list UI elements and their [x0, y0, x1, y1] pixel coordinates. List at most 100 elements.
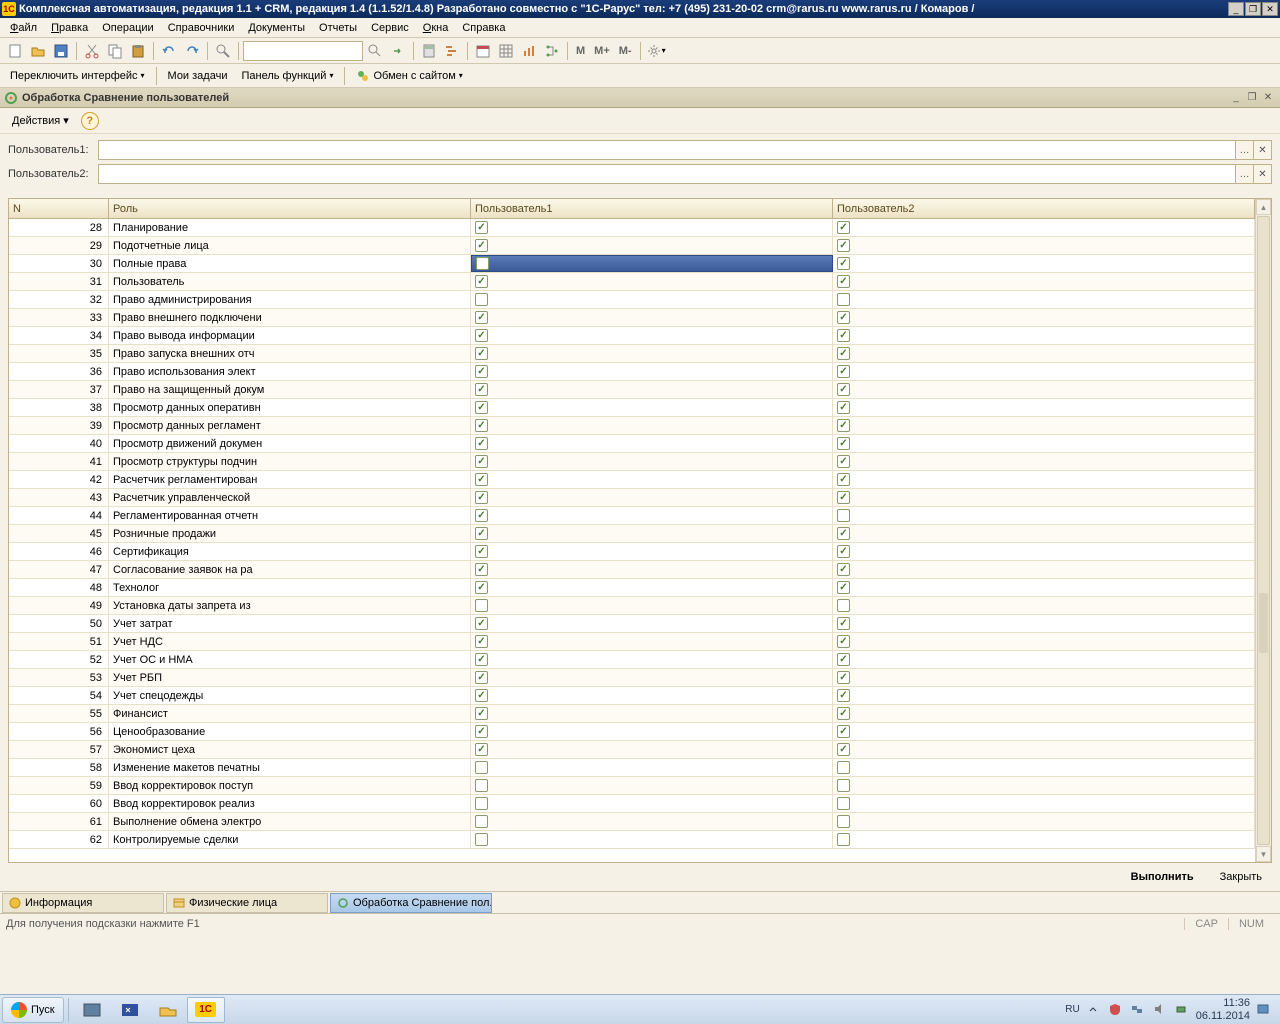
table-row[interactable]: 40Просмотр движений докумен: [9, 435, 1255, 453]
gantt-icon[interactable]: [441, 40, 463, 62]
cell-user1[interactable]: [471, 795, 833, 812]
checkbox-icon[interactable]: [837, 599, 850, 612]
table-row[interactable]: 52Учет ОС и НМА: [9, 651, 1255, 669]
table-row[interactable]: 36Право использования элект: [9, 363, 1255, 381]
cell-user1[interactable]: [471, 579, 833, 596]
cell-user1[interactable]: [471, 345, 833, 362]
cell-user1[interactable]: [471, 237, 833, 254]
redo-icon[interactable]: [181, 40, 203, 62]
checkbox-icon[interactable]: [837, 401, 850, 414]
checkbox-icon[interactable]: [837, 455, 850, 468]
paste-icon[interactable]: [127, 40, 149, 62]
checkbox-icon[interactable]: [837, 437, 850, 450]
subwindow-minimize[interactable]: _: [1228, 91, 1244, 105]
checkbox-icon[interactable]: [475, 275, 488, 288]
checkbox-icon[interactable]: [475, 383, 488, 396]
cell-user2[interactable]: [833, 741, 1255, 758]
tray-power-icon[interactable]: [1174, 1002, 1190, 1018]
scroll-thumb[interactable]: [1257, 216, 1270, 845]
cell-user2[interactable]: [833, 777, 1255, 794]
cell-user1[interactable]: [471, 363, 833, 380]
calendar-icon[interactable]: [472, 40, 494, 62]
cell-user1[interactable]: [471, 327, 833, 344]
checkbox-icon[interactable]: [475, 707, 488, 720]
user1-select-button[interactable]: …: [1235, 141, 1253, 159]
table-row[interactable]: 49Установка даты запрета из: [9, 597, 1255, 615]
cell-user1[interactable]: [471, 273, 833, 290]
settings-icon[interactable]: ▾: [645, 40, 667, 62]
refine-icon[interactable]: [364, 40, 386, 62]
checkbox-icon[interactable]: [475, 437, 488, 450]
cell-user1[interactable]: [471, 219, 833, 236]
cell-user1[interactable]: [471, 561, 833, 578]
checkbox-icon[interactable]: [475, 689, 488, 702]
checkbox-icon[interactable]: [837, 725, 850, 738]
go-icon[interactable]: [387, 40, 409, 62]
taskbar-app-1[interactable]: [73, 997, 111, 1023]
open-icon[interactable]: [27, 40, 49, 62]
cell-user2[interactable]: [833, 597, 1255, 614]
checkbox-icon[interactable]: [837, 581, 850, 594]
cell-user1[interactable]: [471, 417, 833, 434]
cell-user1[interactable]: [471, 651, 833, 668]
table-row[interactable]: 50Учет затрат: [9, 615, 1255, 633]
cell-user2[interactable]: [833, 363, 1255, 380]
tray-lang[interactable]: RU: [1065, 1004, 1079, 1015]
toolbar-combo[interactable]: [243, 41, 363, 61]
table-row[interactable]: 45Розничные продажи: [9, 525, 1255, 543]
checkbox-icon[interactable]: [837, 689, 850, 702]
table-row[interactable]: 51Учет НДС: [9, 633, 1255, 651]
table-row[interactable]: 43Расчетчик управленческой: [9, 489, 1255, 507]
table-row[interactable]: 61Выполнение обмена электро: [9, 813, 1255, 831]
cell-user2[interactable]: [833, 381, 1255, 398]
checkbox-icon[interactable]: [475, 635, 488, 648]
cell-user2[interactable]: [833, 687, 1255, 704]
checkbox-icon[interactable]: [475, 761, 488, 774]
checkbox-icon[interactable]: [837, 635, 850, 648]
table-row[interactable]: 30Полные права: [9, 255, 1255, 273]
actions-dropdown[interactable]: Действия▾: [6, 112, 75, 129]
cell-user2[interactable]: [833, 759, 1255, 776]
menu-references[interactable]: Справочники: [162, 20, 241, 36]
cell-user2[interactable]: [833, 273, 1255, 290]
checkbox-icon[interactable]: [837, 419, 850, 432]
checkbox-icon[interactable]: [475, 563, 488, 576]
table-row[interactable]: 31Пользователь: [9, 273, 1255, 291]
table-row[interactable]: 38Просмотр данных оперативн: [9, 399, 1255, 417]
table-row[interactable]: 28Планирование: [9, 219, 1255, 237]
checkbox-icon[interactable]: [475, 401, 488, 414]
cell-user1[interactable]: [471, 543, 833, 560]
table-row[interactable]: 37Право на защищенный докум: [9, 381, 1255, 399]
menu-reports[interactable]: Отчеты: [313, 20, 363, 36]
table-row[interactable]: 46Сертификация: [9, 543, 1255, 561]
close-button[interactable]: ✕: [1262, 2, 1278, 16]
maximize-button[interactable]: ❐: [1245, 2, 1261, 16]
tree-icon[interactable]: [541, 40, 563, 62]
tray-show-desktop[interactable]: [1256, 1002, 1272, 1018]
table-row[interactable]: 41Просмотр структуры подчин: [9, 453, 1255, 471]
col-header-n[interactable]: N: [9, 199, 109, 218]
checkbox-icon[interactable]: [837, 653, 850, 666]
tray-volume-icon[interactable]: [1152, 1002, 1168, 1018]
checkbox-icon[interactable]: [837, 833, 850, 846]
checkbox-icon[interactable]: [475, 527, 488, 540]
menu-documents[interactable]: Документы: [242, 20, 311, 36]
checkbox-icon[interactable]: [475, 725, 488, 738]
cell-user1[interactable]: [471, 813, 833, 830]
copy-icon[interactable]: [104, 40, 126, 62]
checkbox-icon[interactable]: [837, 347, 850, 360]
checkbox-icon[interactable]: [475, 599, 488, 612]
checkbox-icon[interactable]: [837, 329, 850, 342]
minimize-button[interactable]: _: [1228, 2, 1244, 16]
cell-user1[interactable]: [471, 687, 833, 704]
table-row[interactable]: 54Учет спецодежды: [9, 687, 1255, 705]
cell-user1[interactable]: [471, 309, 833, 326]
my-tasks-button[interactable]: Мои задачи: [162, 68, 234, 84]
checkbox-icon[interactable]: [837, 815, 850, 828]
checkbox-icon[interactable]: [475, 329, 488, 342]
cell-user2[interactable]: [833, 435, 1255, 452]
cell-user1[interactable]: [471, 507, 833, 524]
m-plus-icon[interactable]: M+: [590, 40, 614, 62]
checkbox-icon[interactable]: [837, 779, 850, 792]
cell-user2[interactable]: [833, 237, 1255, 254]
